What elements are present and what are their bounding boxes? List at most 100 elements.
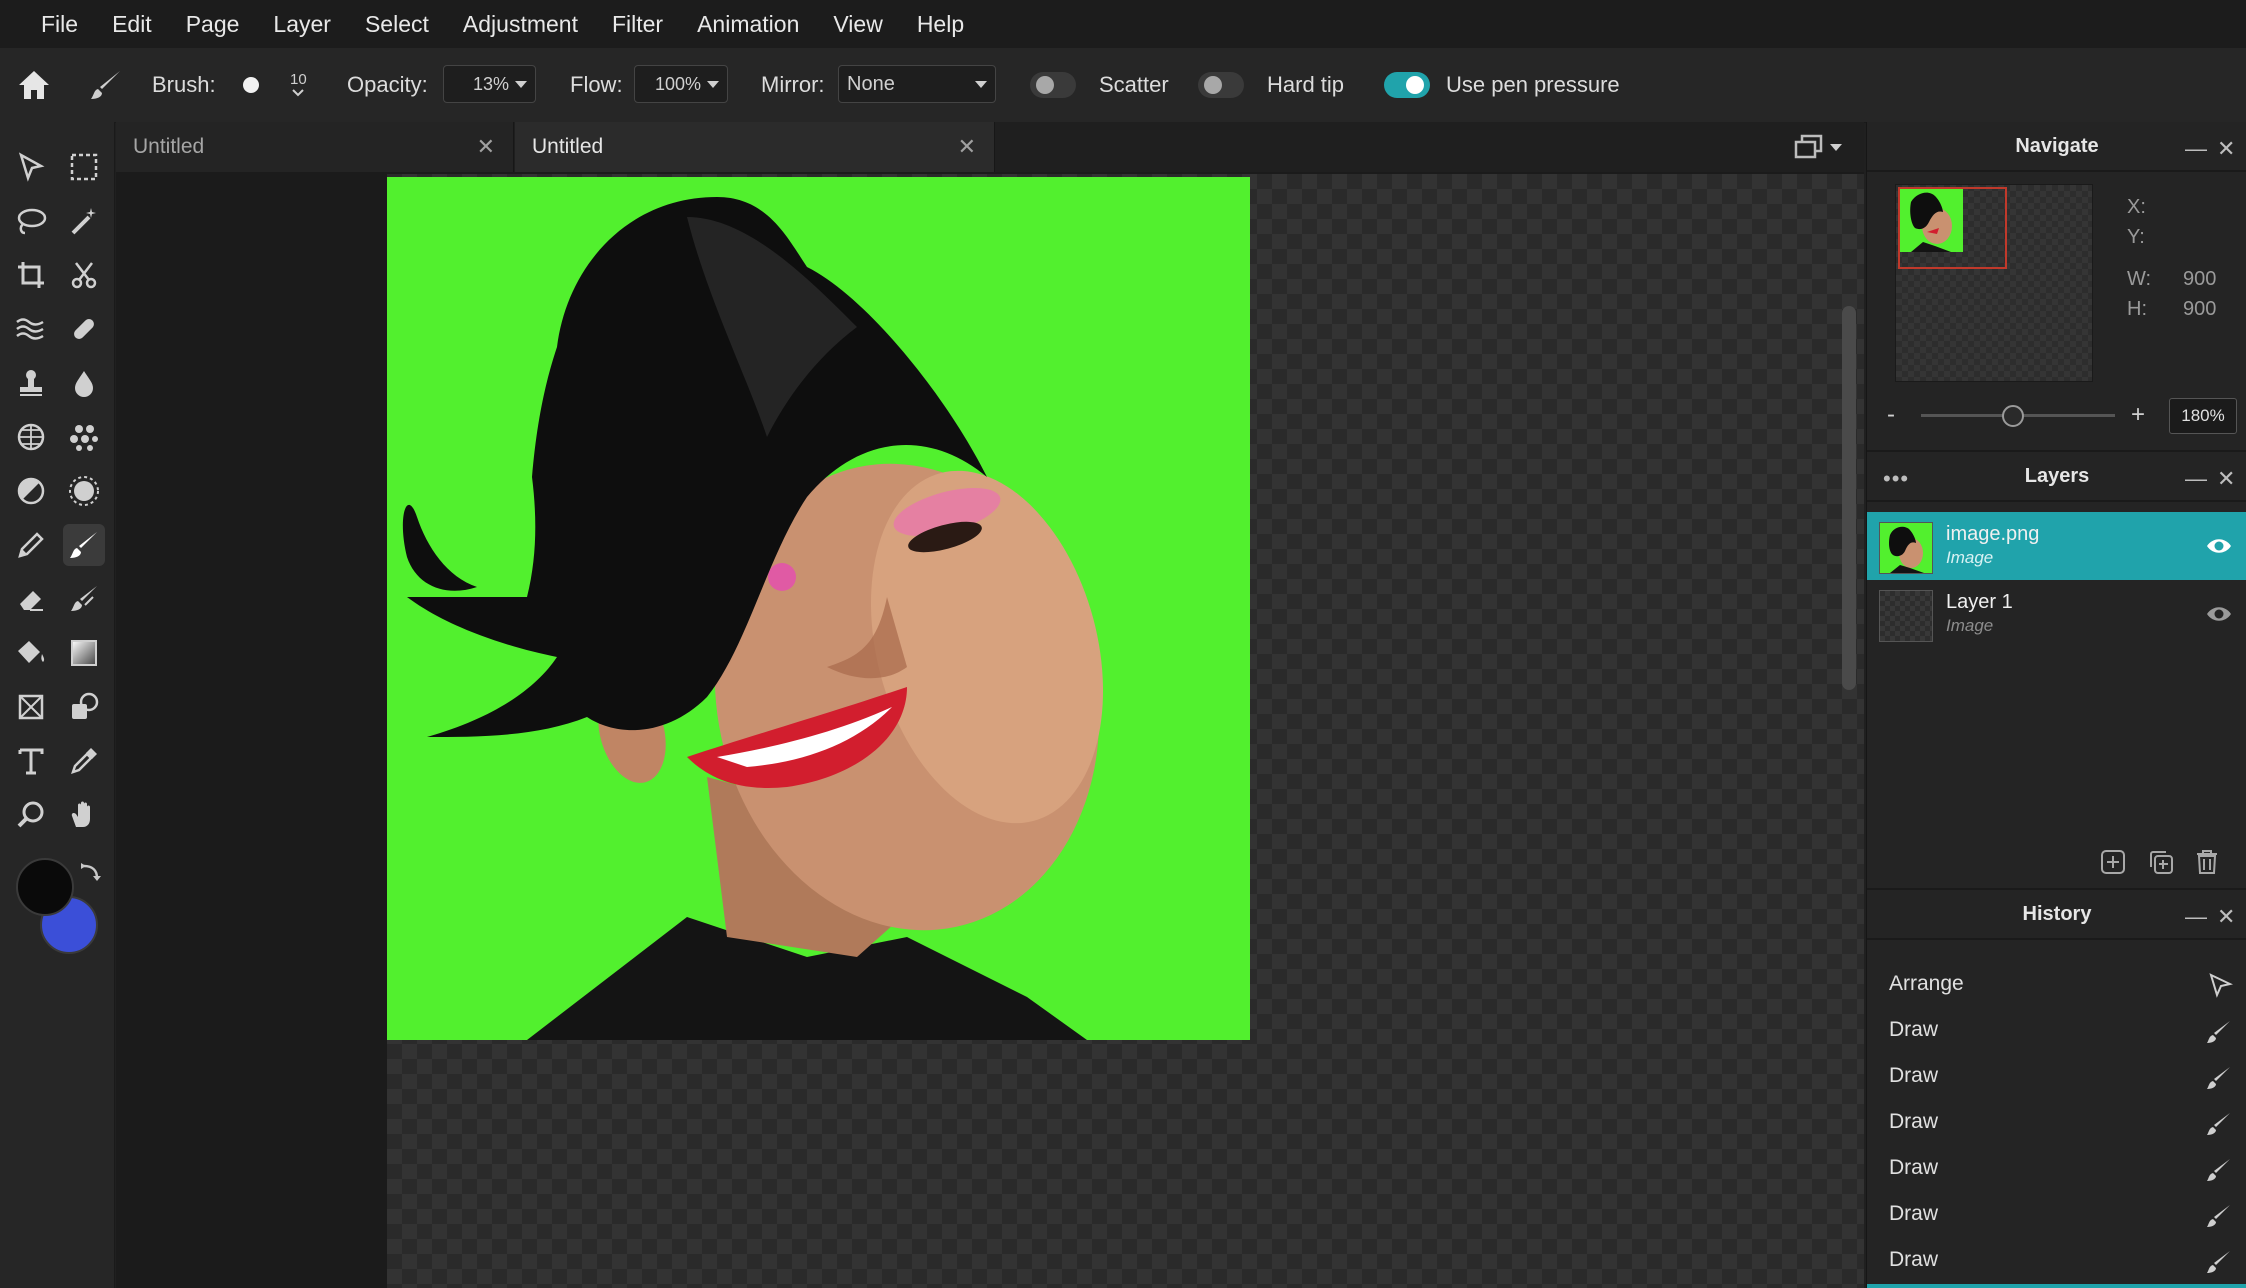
divider bbox=[1867, 170, 2246, 172]
delete-layer-icon[interactable] bbox=[2194, 848, 2220, 881]
flow-value: 100% bbox=[654, 73, 701, 94]
history-item[interactable]: Draw bbox=[1867, 1192, 2246, 1238]
menu-edit[interactable]: Edit bbox=[95, 0, 169, 48]
history-label: Draw bbox=[1889, 1156, 1939, 1179]
pencil-icon[interactable] bbox=[10, 524, 52, 566]
text-icon[interactable] bbox=[10, 740, 52, 782]
close-icon[interactable]: ✕ bbox=[2217, 904, 2235, 930]
canvas-image[interactable] bbox=[387, 177, 1250, 1040]
hard-tip-toggle[interactable] bbox=[1198, 72, 1244, 98]
crop-icon[interactable] bbox=[10, 254, 52, 296]
eyedropper-icon[interactable] bbox=[63, 740, 105, 782]
shapes-icon[interactable] bbox=[63, 686, 105, 728]
brush-shape-icon[interactable] bbox=[242, 48, 260, 122]
gradient-icon[interactable] bbox=[63, 632, 105, 674]
mirror-dropdown[interactable]: None bbox=[838, 65, 996, 103]
close-icon[interactable]: ✕ bbox=[477, 134, 495, 160]
vertical-scrollbar[interactable] bbox=[1842, 306, 1856, 690]
flow-dropdown[interactable]: 100% bbox=[634, 65, 728, 103]
divider bbox=[1867, 500, 2246, 502]
zoom-input[interactable]: 180% bbox=[2169, 398, 2237, 434]
zoom-value: 180% bbox=[2181, 406, 2225, 425]
minimize-icon[interactable]: — bbox=[2185, 904, 2207, 930]
history-item[interactable]: Draw bbox=[1867, 1238, 2246, 1284]
add-layer-icon[interactable] bbox=[2099, 848, 2127, 881]
history-item[interactable]: Draw bbox=[1867, 1146, 2246, 1192]
home-icon[interactable] bbox=[16, 48, 52, 122]
move-icon[interactable] bbox=[10, 146, 52, 188]
chevron-down-icon bbox=[292, 89, 305, 97]
menu-animation[interactable]: Animation bbox=[680, 0, 816, 48]
layer-row-image[interactable]: image.png Image bbox=[1867, 512, 2246, 580]
menu-file[interactable]: File bbox=[0, 0, 95, 48]
transform-icon[interactable] bbox=[10, 686, 52, 728]
pen-pressure-toggle[interactable] bbox=[1384, 72, 1430, 98]
zoom-slider-handle[interactable] bbox=[2002, 405, 2025, 427]
blur-drop-icon[interactable] bbox=[63, 362, 105, 404]
history-item[interactable]: Draw bbox=[1867, 1100, 2246, 1146]
brush-icon bbox=[2205, 1156, 2233, 1189]
caret-down-icon bbox=[975, 80, 987, 88]
swap-colors-icon[interactable] bbox=[78, 862, 102, 891]
menu-adjustment[interactable]: Adjustment bbox=[446, 0, 595, 48]
tab-label: Untitled bbox=[133, 135, 205, 158]
history-item[interactable]: Draw bbox=[1867, 1054, 2246, 1100]
more-options-icon[interactable]: ••• bbox=[1883, 466, 1909, 492]
zoom-in-button[interactable]: + bbox=[2131, 401, 2145, 429]
dodge-icon[interactable] bbox=[10, 470, 52, 512]
eraser-icon[interactable] bbox=[10, 578, 52, 620]
sponge-icon[interactable] bbox=[10, 416, 52, 458]
healing-icon[interactable] bbox=[63, 308, 105, 350]
window-arrange-icon[interactable] bbox=[1794, 134, 1842, 160]
zoom-out-button[interactable]: - bbox=[1887, 401, 1895, 429]
fill-bucket-icon[interactable] bbox=[10, 632, 52, 674]
magic-wand-icon[interactable] bbox=[63, 200, 105, 242]
hand-icon[interactable] bbox=[63, 794, 105, 836]
layer-type: Image bbox=[1946, 616, 1994, 635]
brush-icon bbox=[2205, 1064, 2233, 1097]
duplicate-layer-icon[interactable] bbox=[2147, 848, 2175, 881]
scatter-toggle[interactable] bbox=[1030, 72, 1076, 98]
flow-label: Flow: bbox=[570, 72, 623, 97]
menu-select[interactable]: Select bbox=[348, 0, 446, 48]
history-item[interactable]: Arrange bbox=[1867, 962, 2246, 1008]
brush-icon bbox=[2205, 1248, 2233, 1281]
minimize-icon[interactable]: — bbox=[2185, 466, 2207, 492]
opacity-dropdown[interactable]: 13% bbox=[443, 65, 536, 103]
cut-icon[interactable] bbox=[63, 254, 105, 296]
navigator-thumbnail[interactable] bbox=[1895, 184, 2093, 382]
close-icon[interactable]: ✕ bbox=[2217, 136, 2235, 162]
tab-untitled-1[interactable]: Untitled ✕ bbox=[116, 122, 514, 172]
zoom-icon[interactable] bbox=[10, 794, 52, 836]
sharpen-icon[interactable] bbox=[63, 470, 105, 512]
close-icon[interactable]: ✕ bbox=[2217, 466, 2235, 492]
menu-filter[interactable]: Filter bbox=[595, 0, 680, 48]
minimize-icon[interactable]: — bbox=[2185, 136, 2207, 162]
h-value: 900 bbox=[2183, 298, 2217, 320]
smudge-icon[interactable] bbox=[63, 578, 105, 620]
menu-view[interactable]: View bbox=[816, 0, 899, 48]
zoom-slider[interactable] bbox=[1921, 405, 2115, 427]
eye-icon[interactable] bbox=[2205, 536, 2233, 561]
menu-help[interactable]: Help bbox=[900, 0, 981, 48]
history-label: Draw bbox=[1889, 1018, 1939, 1041]
canvas-workspace[interactable] bbox=[116, 172, 1864, 1288]
eye-icon[interactable] bbox=[2205, 604, 2233, 629]
lasso-icon[interactable] bbox=[10, 200, 52, 242]
foreground-color-swatch[interactable] bbox=[16, 858, 74, 916]
viewport-rectangle[interactable] bbox=[1898, 187, 2007, 269]
liquify-icon[interactable] bbox=[10, 308, 52, 350]
history-list: Arrange Draw Draw Draw Draw Draw Draw bbox=[1867, 940, 2246, 1288]
dots-icon[interactable] bbox=[63, 416, 105, 458]
tab-untitled-2[interactable]: Untitled ✕ bbox=[515, 122, 995, 172]
brush-icon[interactable] bbox=[63, 524, 105, 566]
caret-down-icon bbox=[707, 80, 719, 88]
stamp-icon[interactable] bbox=[10, 362, 52, 404]
history-item[interactable]: Draw bbox=[1867, 1008, 2246, 1054]
brush-size-control[interactable]: 10 bbox=[290, 48, 307, 122]
menu-layer[interactable]: Layer bbox=[256, 0, 348, 48]
close-icon[interactable]: ✕ bbox=[958, 134, 976, 160]
marquee-icon[interactable] bbox=[63, 146, 105, 188]
menu-page[interactable]: Page bbox=[169, 0, 257, 48]
layer-row-layer-1[interactable]: Layer 1 Image bbox=[1867, 580, 2246, 648]
